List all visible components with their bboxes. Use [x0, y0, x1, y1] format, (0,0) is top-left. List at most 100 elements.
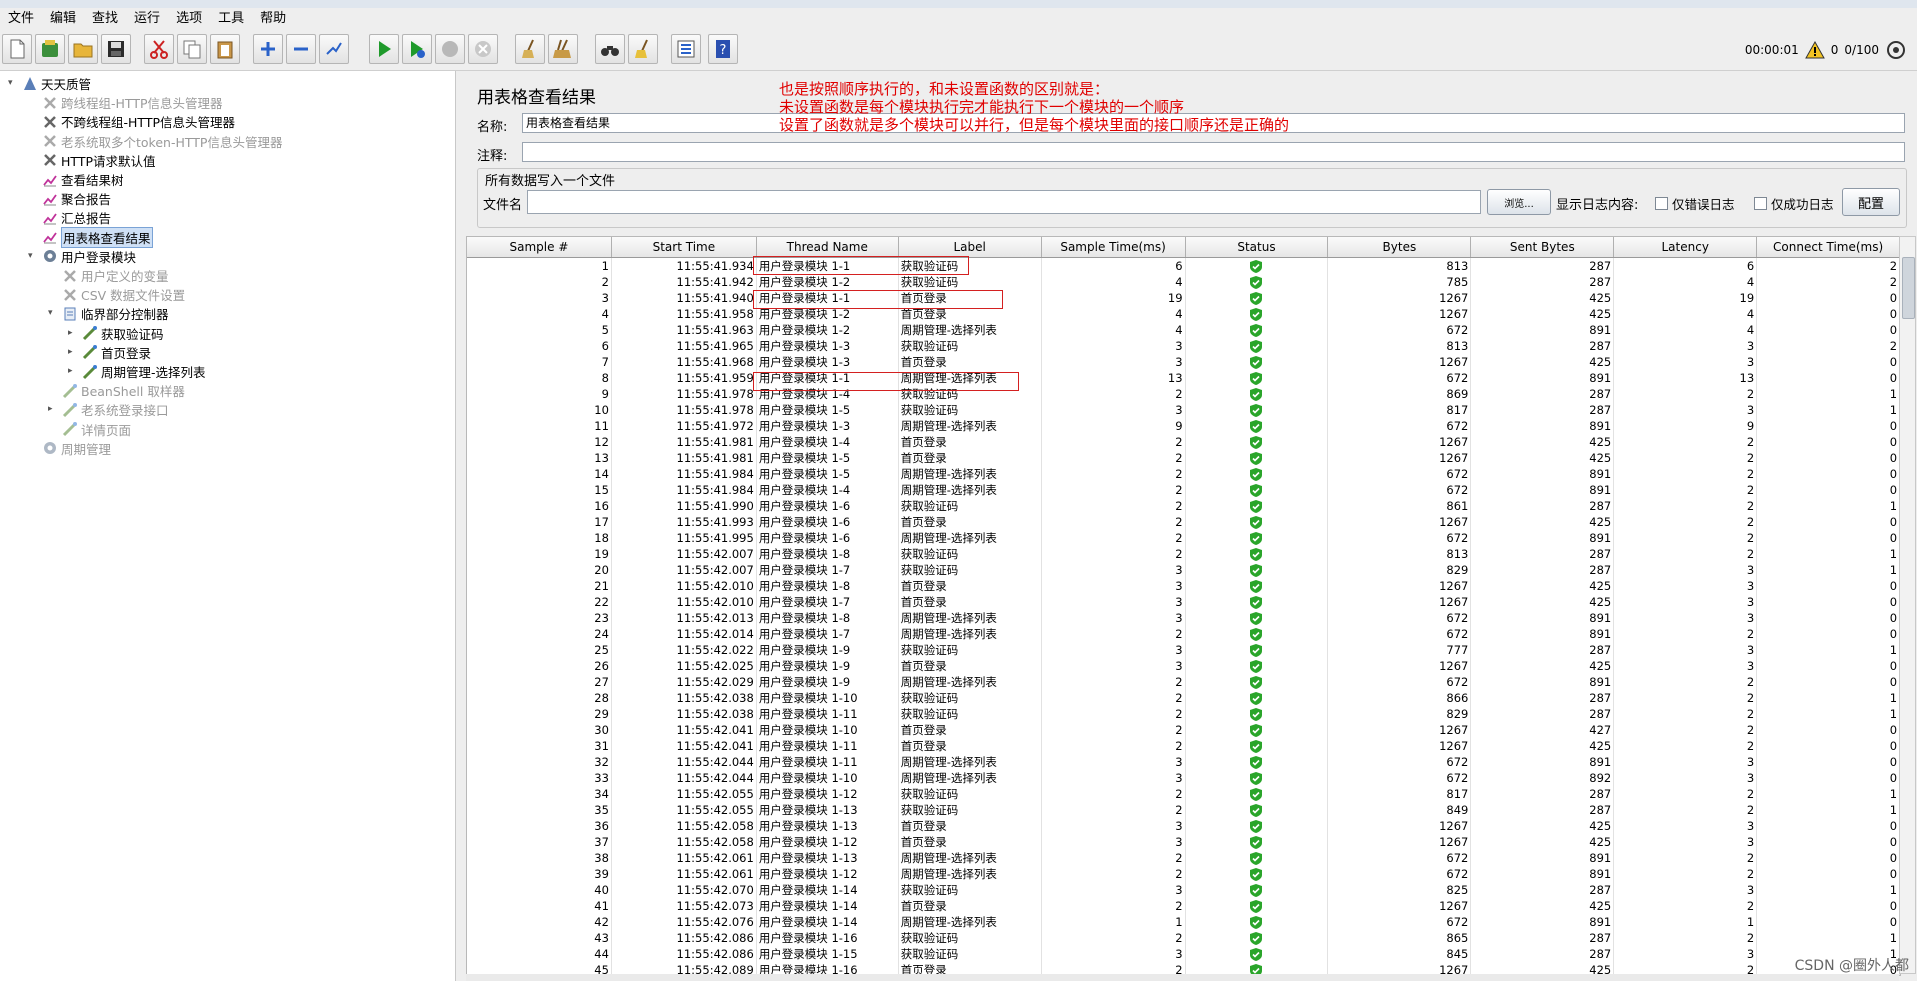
- table-row[interactable]: 17 11:55:41.993 用户登录模块 1-6 首页登录 2 1267 425 2 0: [467, 514, 1900, 530]
- column-header[interactable]: Sample Time(ms): [1042, 237, 1186, 257]
- table-row[interactable]: 23 11:55:42.013 用户登录模块 1-8 周期管理-选择列表 3 672 891…: [467, 610, 1900, 626]
- table-row[interactable]: 10 11:55:41.978 用户登录模块 1-5 获取验证码 3 817 287 3 1: [467, 402, 1900, 418]
- gear-icon[interactable]: [1885, 39, 1907, 61]
- tree-expander[interactable]: ▸: [68, 366, 77, 376]
- help-button[interactable]: ?: [708, 34, 738, 64]
- templates-button[interactable]: [35, 34, 65, 64]
- table-row[interactable]: 34 11:55:42.055 用户登录模块 1-12 获取验证码 2 817 287 2 1: [467, 786, 1900, 802]
- menu-options[interactable]: 选项: [168, 8, 210, 30]
- errors-only-checkbox[interactable]: 仅错误日志: [1655, 194, 1735, 213]
- table-row[interactable]: 11 11:55:41.972 用户登录模块 1-3 周期管理-选择列表 9 672 891…: [467, 418, 1900, 434]
- clear-all-button[interactable]: [548, 34, 578, 64]
- column-header[interactable]: Start Time: [612, 237, 757, 257]
- menu-search[interactable]: 查找: [84, 8, 126, 30]
- table-row[interactable]: 12 11:55:41.981 用户登录模块 1-4 首页登录 2 1267 425 2 0: [467, 434, 1900, 450]
- table-row[interactable]: 5 11:55:41.963 用户登录模块 1-2 周期管理-选择列表 4 672 891 4…: [467, 322, 1900, 338]
- tree-node[interactable]: 不跨线程组-HTTP信息头管理器: [42, 112, 235, 131]
- tree-node[interactable]: 聚合报告: [42, 189, 111, 208]
- tree-node[interactable]: 首页登录: [82, 343, 151, 362]
- tree-node[interactable]: CSV 数据文件设置: [62, 285, 185, 304]
- table-row[interactable]: 2 11:55:41.942 用户登录模块 1-2 获取验证码 4 785 287 4 2: [467, 274, 1900, 290]
- copy-button[interactable]: [177, 34, 207, 64]
- table-row[interactable]: 20 11:55:42.007 用户登录模块 1-7 获取验证码 3 829 287 3 1: [467, 562, 1900, 578]
- tree-node[interactable]: BeanShell 取样器: [62, 381, 185, 400]
- errors-only-box[interactable]: [1655, 197, 1668, 210]
- table-row[interactable]: 27 11:55:42.029 用户登录模块 1-9 周期管理-选择列表 2 672 891…: [467, 674, 1900, 690]
- menu-file[interactable]: 文件: [0, 8, 42, 30]
- tree-expander[interactable]: ▾: [8, 78, 17, 88]
- horizontal-scrollbar[interactable]: [466, 974, 1899, 981]
- table-row[interactable]: 7 11:55:41.968 用户登录模块 1-3 首页登录 3 1267 425 3 0: [467, 354, 1900, 370]
- table-row[interactable]: 6 11:55:41.965 用户登录模块 1-3 获取验证码 3 813 287 3 2: [467, 338, 1900, 354]
- tree-node[interactable]: 详情页面: [62, 420, 131, 439]
- table-row[interactable]: 31 11:55:42.041 用户登录模块 1-11 首页登录 2 1267 425 2 0: [467, 738, 1900, 754]
- tree-node[interactable]: 跨线程组-HTTP信息头管理器: [42, 93, 223, 112]
- table-row[interactable]: 36 11:55:42.058 用户登录模块 1-13 首页登录 3 1267 425 3 0: [467, 818, 1900, 834]
- table-row[interactable]: 16 11:55:41.990 用户登录模块 1-6 获取验证码 2 861 287 2 1: [467, 498, 1900, 514]
- table-row[interactable]: 21 11:55:42.010 用户登录模块 1-8 首页登录 3 1267 425 3 0: [467, 578, 1900, 594]
- column-header[interactable]: Sample #: [467, 237, 612, 257]
- table-row[interactable]: 3 11:55:41.940 用户登录模块 1-1 首页登录 19 1267 425 19 0: [467, 290, 1900, 306]
- tree-node[interactable]: 获取验证码: [82, 324, 164, 343]
- table-row[interactable]: 8 11:55:41.959 用户登录模块 1-1 周期管理-选择列表 13 672 891…: [467, 370, 1900, 386]
- table-row[interactable]: 29 11:55:42.038 用户登录模块 1-11 获取验证码 2 829 287 2 1: [467, 706, 1900, 722]
- table-row[interactable]: 41 11:55:42.073 用户登录模块 1-14 首页登录 2 1267 425 2 0: [467, 898, 1900, 914]
- table-row[interactable]: 25 11:55:42.022 用户登录模块 1-9 获取验证码 3 777 287 3 1: [467, 642, 1900, 658]
- table-row[interactable]: 19 11:55:42.007 用户登录模块 1-8 获取验证码 2 813 287 2 1: [467, 546, 1900, 562]
- table-row[interactable]: 4 11:55:41.958 用户登录模块 1-2 首页登录 4 1267 425 4 0: [467, 306, 1900, 322]
- column-header[interactable]: Connect Time(ms): [1757, 237, 1900, 257]
- tree-node[interactable]: 用表格查看结果: [42, 226, 153, 248]
- tree-expander[interactable]: ▾: [28, 251, 37, 261]
- tree-node[interactable]: 查看结果树: [42, 170, 124, 189]
- table-row[interactable]: 40 11:55:42.070 用户登录模块 1-14 获取验证码 3 825 287 3 1: [467, 882, 1900, 898]
- function-helper-button[interactable]: [671, 34, 701, 64]
- table-row[interactable]: 9 11:55:41.978 用户登录模块 1-4 获取验证码 2 869 287 2 1: [467, 386, 1900, 402]
- tree-node[interactable]: 临界部分控制器: [62, 304, 169, 323]
- tree-expander[interactable]: ▸: [48, 404, 57, 414]
- vertical-scrollbar[interactable]: [1899, 236, 1916, 974]
- reset-search-button[interactable]: [628, 34, 658, 64]
- column-header[interactable]: Label: [899, 237, 1042, 257]
- browse-button[interactable]: 浏览...: [1487, 189, 1551, 215]
- table-row[interactable]: 26 11:55:42.025 用户登录模块 1-9 首页登录 3 1267 425 3 0: [467, 658, 1900, 674]
- tree-node[interactable]: 老系统登录接口: [62, 400, 169, 419]
- table-row[interactable]: 30 11:55:42.041 用户登录模块 1-10 首页登录 2 1267 427 2 0: [467, 722, 1900, 738]
- table-row[interactable]: 39 11:55:42.061 用户登录模块 1-12 周期管理-选择列表 2 672 89…: [467, 866, 1900, 882]
- tree-node[interactable]: 天天质管: [22, 74, 91, 93]
- table-row[interactable]: 22 11:55:42.010 用户登录模块 1-7 首页登录 3 1267 425 3 0: [467, 594, 1900, 610]
- table-row[interactable]: 33 11:55:42.044 用户登录模块 1-10 周期管理-选择列表 3 672 89…: [467, 770, 1900, 786]
- table-row[interactable]: 24 11:55:42.014 用户登录模块 1-7 周期管理-选择列表 2 672 891…: [467, 626, 1900, 642]
- toggle-button[interactable]: [319, 34, 349, 64]
- table-row[interactable]: 35 11:55:42.055 用户登录模块 1-13 获取验证码 2 849 287 2 1: [467, 802, 1900, 818]
- tree-node[interactable]: 用户登录模块: [42, 247, 136, 266]
- scrollbar-thumb[interactable]: [1902, 257, 1915, 319]
- comment-field[interactable]: [522, 142, 1905, 162]
- table-row[interactable]: 1 11:55:41.934 用户登录模块 1-1 获取验证码 6 813 287 6 2: [467, 258, 1900, 274]
- clear-button[interactable]: [515, 34, 545, 64]
- tree-expander[interactable]: ▾: [48, 308, 57, 318]
- tree-node[interactable]: 用户定义的变量: [62, 266, 169, 285]
- menu-tools[interactable]: 工具: [210, 8, 252, 30]
- table-row[interactable]: 32 11:55:42.044 用户登录模块 1-11 周期管理-选择列表 3 672 89…: [467, 754, 1900, 770]
- column-header[interactable]: Thread Name: [757, 237, 899, 257]
- table-row[interactable]: 14 11:55:41.984 用户登录模块 1-5 周期管理-选择列表 2 672 891…: [467, 466, 1900, 482]
- tree-node[interactable]: 老系统取多个token-HTTP信息头管理器: [42, 132, 282, 151]
- tree-expander[interactable]: ▸: [68, 328, 77, 338]
- success-only-checkbox[interactable]: 仅成功日志: [1754, 194, 1834, 213]
- table-row[interactable]: 13 11:55:41.981 用户登录模块 1-5 首页登录 2 1267 425 2 0: [467, 450, 1900, 466]
- column-header[interactable]: Latency: [1614, 237, 1758, 257]
- paste-button[interactable]: [210, 34, 240, 64]
- tree-node[interactable]: 周期管理: [42, 439, 111, 458]
- tree-node[interactable]: HTTP请求默认值: [42, 151, 156, 170]
- start-no-pauses-button[interactable]: [402, 34, 432, 64]
- menu-edit[interactable]: 编辑: [42, 8, 84, 30]
- tree-node[interactable]: 汇总报告: [42, 208, 111, 227]
- menu-help[interactable]: 帮助: [252, 8, 294, 30]
- table-row[interactable]: 37 11:55:42.058 用户登录模块 1-12 首页登录 3 1267 425 3 0: [467, 834, 1900, 850]
- collapse-all-button[interactable]: [286, 34, 316, 64]
- tree-node[interactable]: 周期管理-选择列表: [82, 362, 206, 381]
- filename-field[interactable]: [527, 190, 1481, 214]
- table-row[interactable]: 18 11:55:41.995 用户登录模块 1-6 周期管理-选择列表 2 672 891…: [467, 530, 1900, 546]
- table-row[interactable]: 43 11:55:42.086 用户登录模块 1-16 获取验证码 2 865 287 2 1: [467, 930, 1900, 946]
- stop-button[interactable]: [435, 34, 465, 64]
